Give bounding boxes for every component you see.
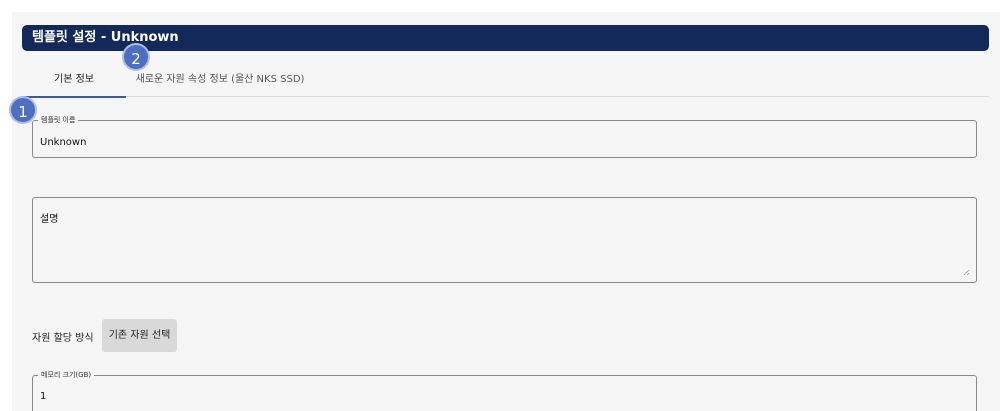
template-name-label: 템플릿 이름	[38, 115, 79, 126]
step-badge-2: 2	[122, 43, 150, 71]
page-title: 템플릿 설정 - Unknown	[22, 25, 989, 51]
template-name-value: Unknown	[40, 137, 87, 148]
tab-new-resource-attributes[interactable]: 새로운 자원 속성 정보 (울산 NKS SSD)	[130, 64, 310, 96]
tab-basic-info[interactable]: 기본 정보	[22, 64, 126, 98]
description-placeholder: 설명	[40, 214, 59, 225]
memory-size-value: 1	[40, 391, 47, 402]
select-existing-resource-button[interactable]: 기존 자원 선택	[102, 319, 177, 352]
memory-size-field[interactable]: 메모리 크기(GB) 1	[32, 370, 977, 411]
template-name-field[interactable]: 템플릿 이름 Unknown	[32, 115, 977, 158]
page: 템플릿 설정 - Unknown 기본 정보 새로운 자원 속성 정보 (울산 …	[0, 0, 1000, 411]
step-badge-1: 1	[9, 96, 37, 124]
description-textarea[interactable]: 설명	[32, 197, 977, 283]
memory-size-label: 메모리 크기(GB)	[38, 370, 95, 381]
allocation-method-label: 자원 할당 방식	[32, 333, 94, 344]
resize-handle-icon[interactable]	[963, 269, 970, 276]
tab-bar: 기본 정보 새로운 자원 속성 정보 (울산 NKS SSD)	[22, 64, 989, 98]
